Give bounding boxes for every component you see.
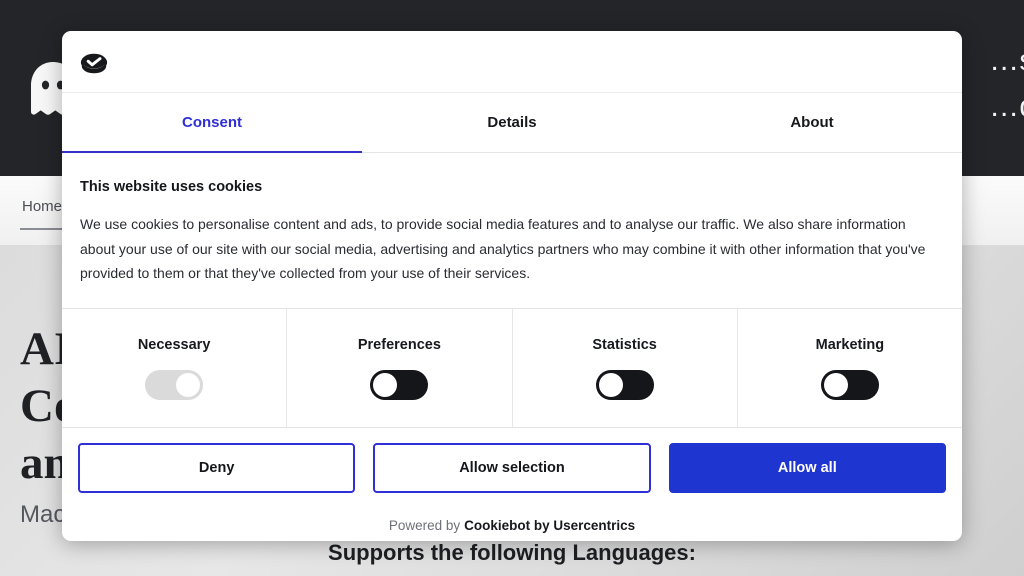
cookie-consent-dialog: Consent Details About This website uses … bbox=[62, 31, 962, 541]
toggle-statistics-knob bbox=[598, 372, 623, 397]
allow-selection-button[interactable]: Allow selection bbox=[373, 443, 651, 493]
cookiebot-cookie-check-icon bbox=[79, 47, 109, 77]
toggle-necessary bbox=[145, 369, 204, 400]
consent-paragraph: We use cookies to personalise content an… bbox=[80, 216, 926, 281]
cookiebot-brand-link[interactable]: Cookiebot by Usercentrics bbox=[464, 518, 635, 533]
category-necessary: Necessary bbox=[62, 309, 288, 427]
page-root: …se. …ds. Home AI Co an Mac Supports the… bbox=[0, 0, 1024, 576]
category-marketing: Marketing bbox=[738, 309, 962, 427]
tab-about-label: About bbox=[790, 114, 834, 131]
category-necessary-label: Necessary bbox=[137, 336, 211, 353]
allow-all-button[interactable]: Allow all bbox=[668, 443, 946, 493]
dialog-tab-bar: Consent Details About bbox=[62, 93, 962, 153]
category-statistics: Statistics bbox=[513, 309, 738, 427]
toggle-preferences-knob bbox=[373, 372, 398, 397]
category-marketing-label: Marketing bbox=[815, 336, 885, 353]
toggle-statistics[interactable] bbox=[595, 369, 654, 400]
category-preferences: Preferences bbox=[287, 309, 513, 427]
hero-subtitle: Mac bbox=[20, 501, 66, 528]
consent-categories: Necessary Preferences Statistics Marketi… bbox=[62, 309, 962, 428]
dialog-logo-bar bbox=[62, 31, 962, 93]
category-statistics-label: Statistics bbox=[592, 336, 657, 353]
deny-button[interactable]: Deny bbox=[78, 443, 356, 493]
consent-heading: This website uses cookies bbox=[80, 179, 263, 195]
tab-details-label: Details bbox=[487, 114, 537, 131]
toggle-marketing[interactable] bbox=[820, 369, 879, 400]
dialog-footer: Powered by Cookiebot by Usercentrics bbox=[62, 508, 962, 541]
toggle-preferences[interactable] bbox=[370, 369, 429, 400]
tab-about[interactable]: About bbox=[662, 93, 962, 152]
toggle-necessary-knob bbox=[176, 372, 201, 397]
dialog-actions: Deny Allow selection Allow all bbox=[62, 428, 962, 508]
nav-item-home[interactable]: Home bbox=[22, 198, 62, 215]
toggle-marketing-knob bbox=[823, 372, 848, 397]
tab-details[interactable]: Details bbox=[362, 93, 662, 152]
hero-languages-heading: Supports the following Languages: bbox=[328, 540, 696, 565]
category-preferences-label: Preferences bbox=[357, 336, 441, 353]
tab-consent[interactable]: Consent bbox=[62, 93, 362, 153]
powered-by-label: Powered by bbox=[388, 518, 461, 533]
tab-consent-label: Consent bbox=[182, 114, 242, 131]
consent-body: This website uses cookies We use cookies… bbox=[62, 153, 962, 309]
